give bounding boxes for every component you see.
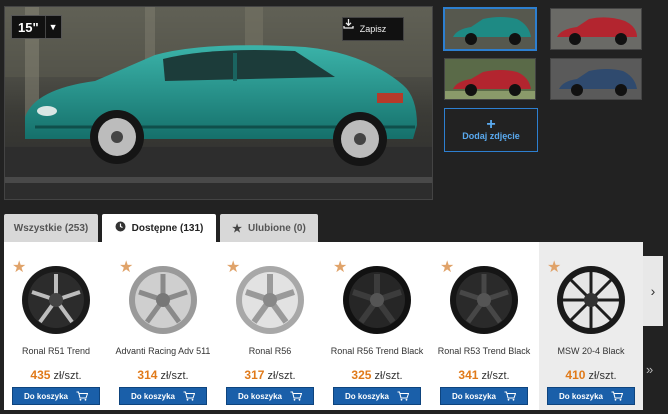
product-carousel: ★ Ronal R51 Trend 435 zł/szt. Do koszyka…	[4, 242, 643, 410]
wheel-image	[343, 266, 411, 334]
product-price: 314 zł/szt.	[111, 368, 215, 382]
add-to-cart-label: Do koszyka	[558, 391, 604, 401]
product-price: 410 zł/szt.	[539, 368, 643, 382]
product-name: Ronal R53 Trend Black	[437, 346, 531, 356]
price-unit: zł/szt.	[374, 370, 403, 382]
product-name: Ronal R51 Trend	[21, 346, 91, 356]
thumbnail-4[interactable]	[550, 58, 642, 100]
tab-available[interactable]: Dostępne (131)	[102, 214, 216, 242]
wheel-size-select[interactable]: 15" ▼	[11, 15, 62, 39]
wheel-configurator: 15" ▼ Zapisz + Dodaj zdjęcie Wszystkie (…	[0, 0, 668, 414]
price-value: 435	[30, 368, 51, 382]
car-preview-image: 15" ▼ Zapisz	[4, 6, 433, 200]
star-icon: ★	[232, 222, 243, 235]
price-value: 410	[565, 368, 586, 382]
add-to-cart-label: Do koszyka	[451, 391, 497, 401]
filter-tabs: Wszystkie (253) Dostępne (131) ★ Ulubion…	[4, 214, 318, 242]
price-value: 341	[458, 368, 479, 382]
product-card[interactable]: ★ Advanti Racing Adv 511 314 zł/szt. Do …	[111, 242, 215, 410]
thumbnail-car-teal	[445, 9, 535, 49]
wheel-image	[557, 266, 625, 334]
tab-favorites[interactable]: ★ Ulubione (0)	[220, 214, 318, 242]
cart-icon	[504, 391, 517, 401]
price-unit: zł/szt.	[53, 370, 82, 382]
download-icon	[343, 19, 354, 29]
cart-icon	[397, 391, 410, 401]
cart-icon	[290, 391, 303, 401]
price-value: 317	[244, 368, 265, 382]
add-to-cart-label: Do koszyka	[23, 391, 69, 401]
product-price: 341 zł/szt.	[432, 368, 536, 382]
chevron-right-icon[interactable]: ›	[643, 256, 663, 326]
save-label: Zapisz	[359, 24, 387, 34]
thumbnail-1[interactable]	[444, 8, 536, 50]
wheel-image	[129, 266, 197, 334]
tab-available-label: Dostępne (131)	[131, 222, 204, 234]
thumbnail-2[interactable]	[550, 8, 642, 50]
add-to-cart-button[interactable]: Do koszyka	[12, 387, 100, 405]
tab-all-label: Wszystkie (253)	[13, 222, 89, 234]
add-to-cart-label: Do koszyka	[344, 391, 390, 401]
plus-icon: +	[486, 116, 496, 133]
product-name: Ronal R56	[248, 346, 292, 356]
add-to-cart-button[interactable]: Do koszyka	[119, 387, 207, 405]
cart-icon	[611, 391, 624, 401]
add-photo-label: Dodaj zdjęcie	[462, 131, 520, 141]
tab-all[interactable]: Wszystkie (253)	[4, 214, 98, 242]
add-to-cart-button[interactable]: Do koszyka	[333, 387, 421, 405]
add-photo-button[interactable]: + Dodaj zdjęcie	[444, 108, 538, 152]
price-value: 325	[351, 368, 372, 382]
wheel-size-value: 15"	[18, 20, 39, 35]
price-unit: zł/szt.	[267, 370, 296, 382]
add-to-cart-button[interactable]: Do koszyka	[226, 387, 314, 405]
product-card[interactable]: ★ MSW 20-4 Black 410 zł/szt. Do koszyka	[539, 242, 643, 410]
thumbnail-3[interactable]	[444, 58, 536, 100]
product-name: Advanti Racing Adv 511	[115, 346, 211, 356]
tab-favorites-label: Ulubione (0)	[248, 222, 306, 234]
price-value: 314	[137, 368, 158, 382]
price-unit: zł/szt.	[588, 370, 617, 382]
add-to-cart-button[interactable]: Do koszyka	[547, 387, 635, 405]
product-price: 317 zł/szt.	[218, 368, 322, 382]
add-to-cart-button[interactable]: Do koszyka	[440, 387, 528, 405]
product-name: MSW 20-4 Black	[557, 346, 625, 356]
wheel-image	[450, 266, 518, 334]
double-chevron-right-icon[interactable]: »	[646, 362, 653, 377]
product-card[interactable]: ★ Ronal R56 317 zł/szt. Do koszyka	[218, 242, 322, 410]
wheel-image	[22, 266, 90, 334]
wheel-image	[236, 266, 304, 334]
price-unit: zł/szt.	[160, 370, 189, 382]
thumbnail-car-red	[551, 9, 641, 49]
thumbnail-car-blue	[551, 59, 641, 99]
product-card[interactable]: ★ Ronal R51 Trend 435 zł/szt. Do koszyka	[4, 242, 108, 410]
clock-icon	[115, 221, 126, 235]
save-button[interactable]: Zapisz	[342, 17, 404, 41]
cart-icon	[76, 391, 89, 401]
add-to-cart-label: Do koszyka	[237, 391, 283, 401]
product-card[interactable]: ★ Ronal R53 Trend Black 341 zł/szt. Do k…	[432, 242, 536, 410]
product-price: 325 zł/szt.	[325, 368, 429, 382]
chevron-down-icon: ▼	[44, 16, 61, 38]
cart-icon	[183, 391, 196, 401]
product-name: Ronal R56 Trend Black	[330, 346, 424, 356]
price-unit: zł/szt.	[481, 370, 510, 382]
product-card[interactable]: ★ Ronal R56 Trend Black 325 zł/szt. Do k…	[325, 242, 429, 410]
product-price: 435 zł/szt.	[4, 368, 108, 382]
add-to-cart-label: Do koszyka	[130, 391, 176, 401]
thumbnail-car-red-2	[445, 59, 535, 99]
